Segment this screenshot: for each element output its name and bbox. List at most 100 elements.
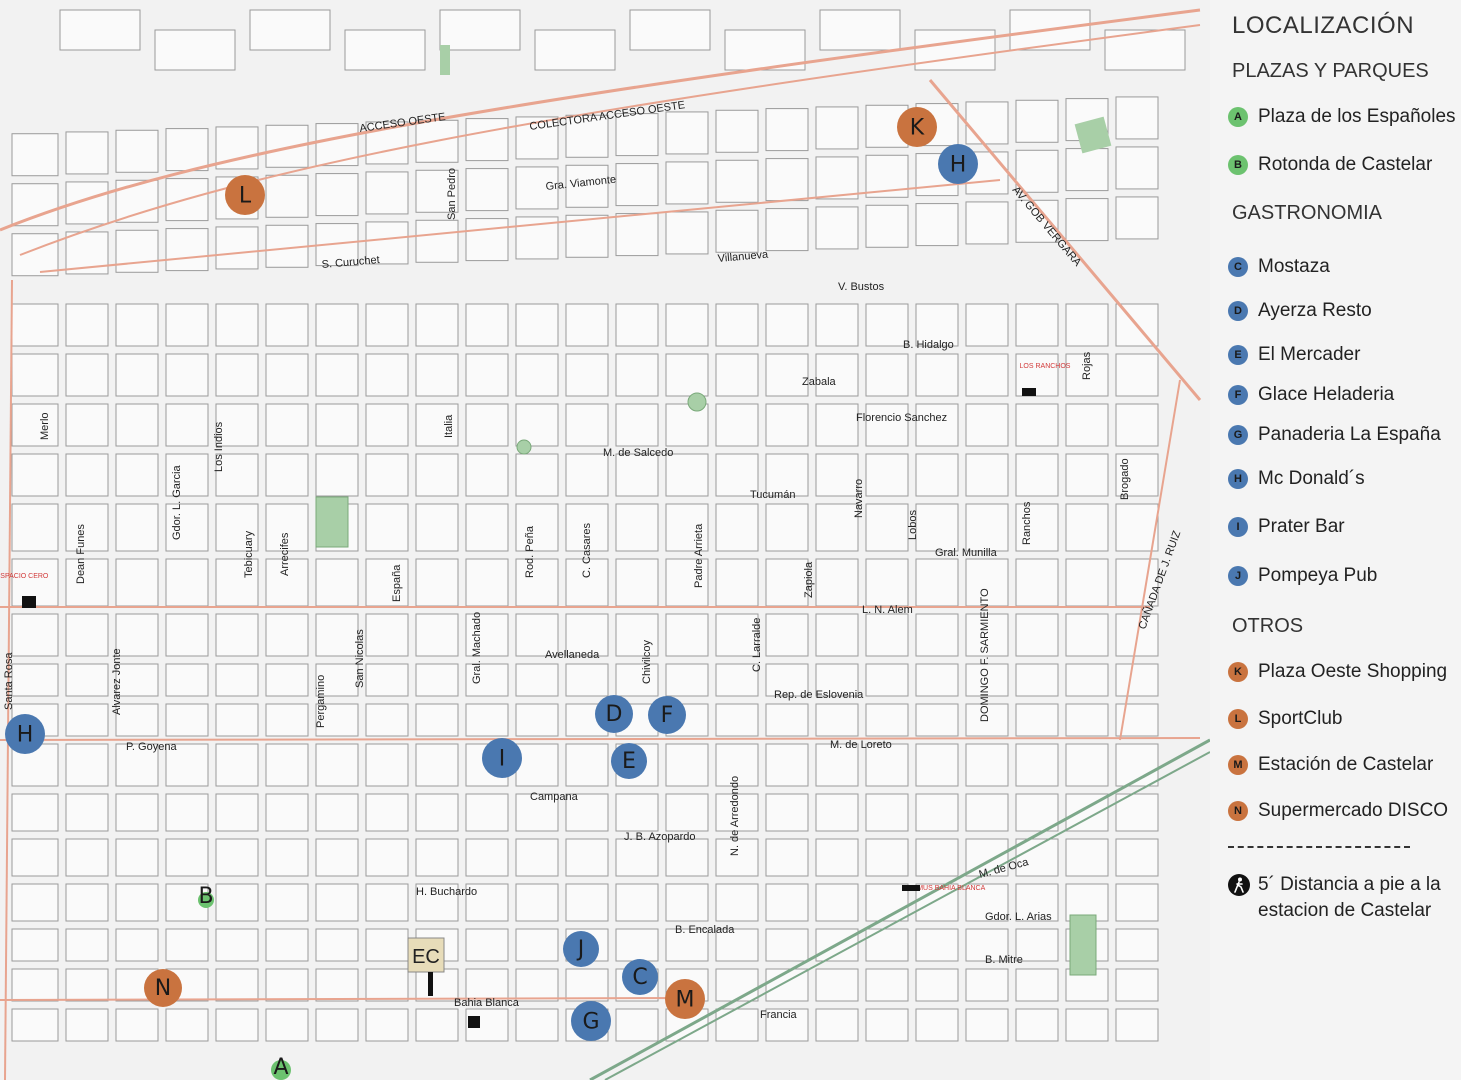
marker-letter: H (950, 153, 967, 178)
building-marker (902, 885, 920, 891)
city-block (365, 793, 409, 832)
city-block (915, 558, 959, 607)
map-marker-d[interactable]: D (595, 695, 633, 733)
city-block (615, 503, 659, 552)
city-block (215, 613, 259, 657)
map-marker-i[interactable]: I (482, 738, 522, 778)
legend-key-badge: L (1228, 709, 1248, 729)
city-block (249, 9, 331, 51)
city-block (465, 928, 509, 962)
street-map[interactable]: ACCESO OESTE COLECTORA ACCESO OESTE Gra. V… (0, 0, 1210, 1080)
legend-item: K Plaza Oeste Shopping (1228, 661, 1447, 683)
city-block (65, 838, 109, 877)
legend-item: D Ayerza Resto (1228, 300, 1372, 322)
city-block (115, 883, 159, 922)
city-block (715, 403, 759, 447)
city-block (215, 303, 259, 347)
city-block (715, 303, 759, 347)
city-block (1115, 968, 1159, 1002)
city-block (515, 838, 559, 877)
city-block (365, 453, 409, 497)
venue-label: LOS RANCHOS (1020, 363, 1071, 370)
legend-key-badge: D (1228, 301, 1248, 321)
city-block (365, 968, 409, 1002)
marker-letter: I (499, 747, 506, 772)
city-block (415, 558, 459, 607)
city-block (115, 453, 159, 497)
city-block (815, 838, 859, 877)
street-label: C. Casares (581, 522, 593, 578)
map-marker-m[interactable]: M (665, 979, 705, 1019)
city-block (765, 108, 809, 152)
city-block (1015, 99, 1059, 143)
city-block (1015, 303, 1059, 347)
map-marker-j[interactable]: J (563, 931, 599, 967)
city-block (715, 503, 759, 552)
city-block (865, 838, 909, 877)
street-label: Navarro (853, 479, 865, 518)
marker-letter: M (676, 988, 695, 1013)
map-marker-k[interactable]: K (897, 107, 937, 147)
city-block (915, 743, 959, 787)
city-block (1015, 1008, 1059, 1042)
legend-key-badge: M (1228, 755, 1248, 775)
map-marker-c[interactable]: C (622, 959, 658, 995)
city-block (365, 703, 409, 737)
city-block (765, 403, 809, 447)
city-block (865, 303, 909, 347)
city-block (11, 183, 59, 227)
city-block (965, 353, 1009, 397)
map-marker-l[interactable]: L (225, 175, 265, 215)
city-block (865, 503, 909, 552)
map-marker-h[interactable]: H (5, 714, 45, 754)
marker-letter: G (582, 1010, 599, 1035)
legend-heading: PLAZAS Y PARQUES (1232, 60, 1429, 82)
city-block (865, 793, 909, 832)
city-block (515, 703, 559, 737)
city-block (815, 793, 859, 832)
city-block (1115, 1008, 1159, 1042)
city-block (1115, 353, 1159, 397)
map-marker-f[interactable]: F (648, 696, 686, 734)
legend-item: C Mostaza (1228, 256, 1330, 278)
legend-item: E El Mercader (1228, 344, 1360, 366)
city-block (965, 793, 1009, 832)
city-block (165, 613, 209, 657)
city-block (615, 213, 659, 257)
map-marker-h[interactable]: H (938, 144, 978, 184)
street-label: Gdor. L. Arias (985, 911, 1052, 923)
city-block (315, 968, 359, 1002)
city-block (665, 453, 709, 497)
city-block (115, 928, 159, 962)
city-block (815, 1008, 859, 1042)
city-block (11, 1008, 59, 1042)
city-block (1065, 663, 1109, 697)
city-block (965, 101, 1009, 145)
map-marker-n[interactable]: N (144, 969, 182, 1007)
city-block (115, 793, 159, 832)
city-block (11, 453, 59, 497)
map-marker-a[interactable]: A (271, 1055, 291, 1080)
city-block (65, 663, 109, 697)
city-block (315, 303, 359, 347)
legend-panel: LOCALIZACIÓN PLAZAS Y PARQUES A Plaza de l… (1210, 0, 1461, 1080)
city-block (65, 353, 109, 397)
city-block (165, 793, 209, 832)
city-block (315, 558, 359, 607)
city-block (265, 968, 309, 1002)
city-block (315, 613, 359, 657)
street-label: DOMINGO F. SARMIENTO (979, 588, 991, 722)
street-label: L. N. Alem (862, 604, 913, 616)
city-block (665, 613, 709, 657)
city-block (11, 503, 59, 552)
map-marker-e[interactable]: E (611, 743, 647, 779)
city-block (215, 883, 259, 922)
legend-item: L SportClub (1228, 708, 1343, 730)
legend-key-badge: B (1228, 155, 1248, 175)
city-block (815, 503, 859, 552)
city-block (515, 968, 559, 1002)
map-marker-b[interactable]: B (198, 884, 214, 909)
map-marker-g[interactable]: G (571, 1001, 611, 1041)
city-block (715, 883, 759, 922)
legend-title: LOCALIZACIÓN (1232, 12, 1415, 39)
